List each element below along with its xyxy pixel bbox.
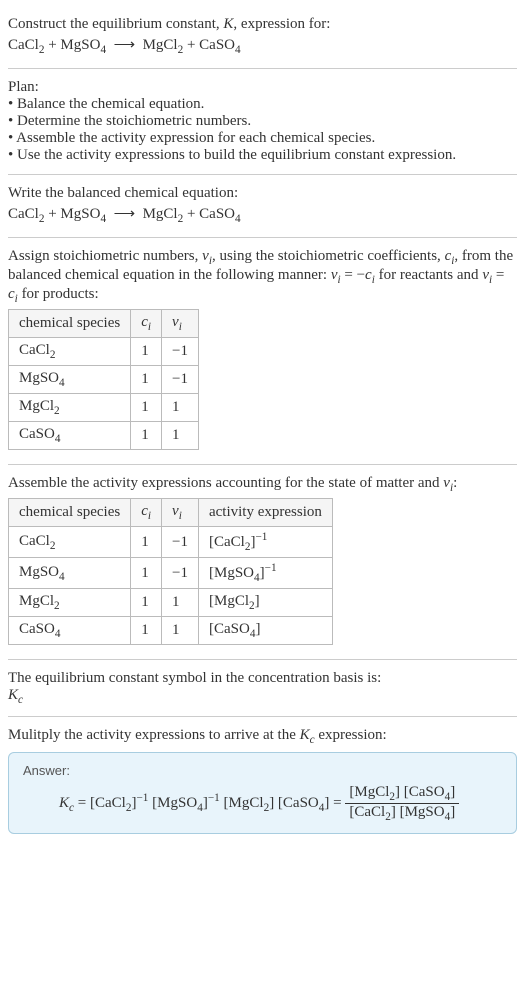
symbol-kc: Kc (8, 687, 517, 706)
stoich-text: Assign stoichiometric numbers, νi, using… (8, 248, 517, 305)
symbol-text: The equilibrium constant symbol in the c… (8, 670, 517, 687)
col-header: chemical species (9, 499, 131, 527)
cell-species: MgCl2 (9, 589, 131, 617)
multiply-text: Mulitply the activity expressions to arr… (8, 727, 517, 746)
activity-block: Assemble the activity expressions accoun… (8, 469, 517, 655)
cell-nui: 1 (162, 589, 199, 617)
table-row: CaCl2 1 −1 (9, 338, 199, 366)
cell-nui: −1 (162, 366, 199, 394)
answer-box: Answer: Kc = [CaCl2]−1 [MgSO4]−1 [MgCl2]… (8, 752, 517, 834)
col-header: ci (131, 499, 162, 527)
cell-ci: 1 (131, 366, 162, 394)
cell-activity: [CaCl2]−1 (198, 527, 332, 558)
table-row: MgSO4 1 −1 (9, 366, 199, 394)
cell-nui: 1 (162, 617, 199, 645)
cell-activity: [MgSO4]−1 (198, 558, 332, 589)
divider (8, 659, 517, 660)
answer-label: Answer: (23, 763, 502, 778)
col-header: νi (162, 310, 199, 338)
cell-activity: [MgCl2] (198, 589, 332, 617)
table-row: MgSO4 1 −1 [MgSO4]−1 (9, 558, 333, 589)
col-header: νi (162, 499, 199, 527)
plan-item: • Determine the stoichiometric numbers. (8, 113, 517, 130)
divider (8, 464, 517, 465)
table-row: MgCl2 1 1 [MgCl2] (9, 589, 333, 617)
prompt-block: Construct the equilibrium constant, K, e… (8, 8, 517, 64)
activity-table: chemical species ci νi activity expressi… (8, 498, 333, 645)
activity-heading: Assemble the activity expressions accoun… (8, 475, 517, 494)
balanced-equation: CaCl2 + MgSO4 ⟶ MgCl2 + CaSO4 (8, 204, 517, 225)
symbol-block: The equilibrium constant symbol in the c… (8, 664, 517, 712)
cell-ci: 1 (131, 338, 162, 366)
col-header: chemical species (9, 310, 131, 338)
table-row: MgCl2 1 1 (9, 394, 199, 422)
cell-nui: −1 (162, 558, 199, 589)
cell-ci: 1 (131, 422, 162, 450)
plan-item: • Balance the chemical equation. (8, 96, 517, 113)
divider (8, 716, 517, 717)
col-header: activity expression (198, 499, 332, 527)
table-row: CaSO4 1 1 [CaSO4] (9, 617, 333, 645)
cell-species: MgSO4 (9, 558, 131, 589)
cell-species: CaCl2 (9, 527, 131, 558)
balanced-heading: Write the balanced chemical equation: (8, 185, 517, 202)
table-row: CaCl2 1 −1 [CaCl2]−1 (9, 527, 333, 558)
multiply-block: Mulitply the activity expressions to arr… (8, 721, 517, 840)
cell-species: MgCl2 (9, 394, 131, 422)
answer-expression: Kc = [CaCl2]−1 [MgSO4]−1 [MgCl2] [CaSO4]… (23, 784, 502, 823)
cell-nui: 1 (162, 394, 199, 422)
table-row: CaSO4 1 1 (9, 422, 199, 450)
unbalanced-equation: CaCl2 + MgSO4 ⟶ MgCl2 + CaSO4 (8, 35, 517, 56)
cell-ci: 1 (131, 617, 162, 645)
cell-nui: 1 (162, 422, 199, 450)
cell-species: CaCl2 (9, 338, 131, 366)
cell-species: MgSO4 (9, 366, 131, 394)
cell-species: CaSO4 (9, 422, 131, 450)
prompt-title: Construct the equilibrium constant, K, e… (8, 16, 517, 33)
cell-ci: 1 (131, 527, 162, 558)
divider (8, 174, 517, 175)
divider (8, 237, 517, 238)
fraction-numerator: [MgCl2] [CaSO4] (345, 784, 459, 804)
cell-ci: 1 (131, 394, 162, 422)
cell-species: CaSO4 (9, 617, 131, 645)
plan-heading: Plan: (8, 79, 517, 96)
cell-activity: [CaSO4] (198, 617, 332, 645)
cell-nui: −1 (162, 338, 199, 366)
stoich-table: chemical species ci νi CaCl2 1 −1 MgSO4 … (8, 309, 199, 450)
stoich-block: Assign stoichiometric numbers, νi, using… (8, 242, 517, 460)
cell-ci: 1 (131, 558, 162, 589)
balanced-block: Write the balanced chemical equation: Ca… (8, 179, 517, 233)
col-header: ci (131, 310, 162, 338)
answer-fraction: [MgCl2] [CaSO4] [CaCl2] [MgSO4] (345, 784, 459, 823)
table-header-row: chemical species ci νi (9, 310, 199, 338)
table-header-row: chemical species ci νi activity expressi… (9, 499, 333, 527)
plan-block: Plan: • Balance the chemical equation. •… (8, 73, 517, 170)
cell-nui: −1 (162, 527, 199, 558)
divider (8, 68, 517, 69)
fraction-denominator: [CaCl2] [MgSO4] (345, 804, 459, 823)
plan-item: • Assemble the activity expression for e… (8, 130, 517, 147)
plan-item: • Use the activity expressions to build … (8, 147, 517, 164)
cell-ci: 1 (131, 589, 162, 617)
